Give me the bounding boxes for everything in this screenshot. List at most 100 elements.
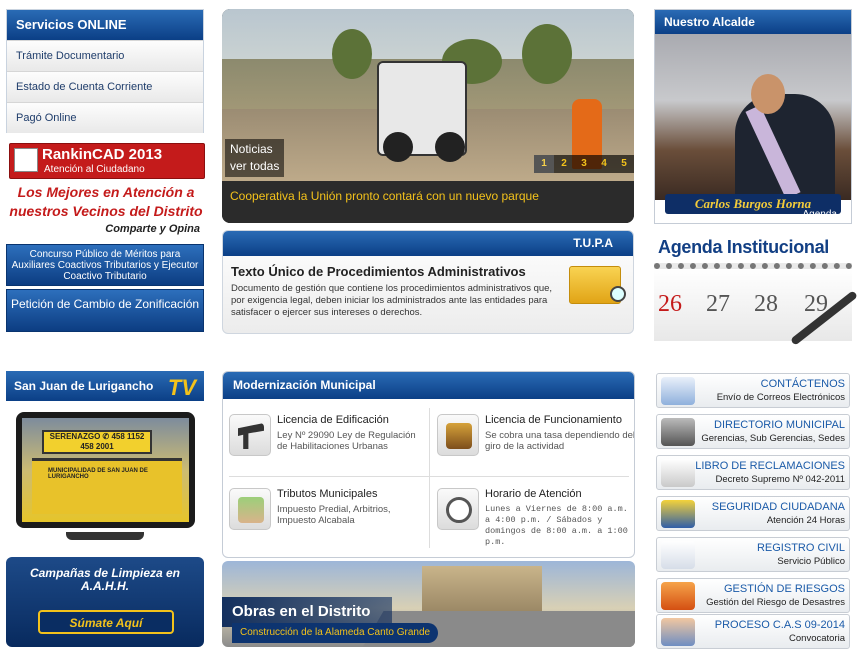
municipalidad-sign: MUNICIPALIDAD DE SAN JUAN DE LURIGANCHO xyxy=(48,468,148,480)
link-subtitle: Convocatoria xyxy=(789,633,845,644)
link-subtitle: Gestión del Riesgo de Desastres xyxy=(706,597,845,608)
rankincad-share: Comparte y Opina xyxy=(105,223,200,235)
slider-page-5[interactable]: 5 xyxy=(614,155,634,173)
serenazgo-sign: SERENAZGO ✆ 458 1152 458 2001 xyxy=(42,430,152,454)
bulldozer-image xyxy=(377,61,467,162)
service-link-pago-online[interactable]: Pagó Online xyxy=(7,102,203,133)
envelope-icon xyxy=(661,377,695,405)
slider-page-4[interactable]: 4 xyxy=(594,155,614,173)
horario-desc: Lunes a Viernes de 8:00 a.m. a 4:00 p.m.… xyxy=(485,504,628,547)
clock-icon xyxy=(437,488,479,530)
tupa-title: Texto Único de Procedimientos Administra… xyxy=(231,264,526,279)
magnifier-icon xyxy=(610,286,626,302)
link-subtitle: Atención 24 Horas xyxy=(766,515,845,526)
link-title: GESTIÓN DE RIESGOS xyxy=(723,583,845,595)
sjl-tv-panel: San Juan de Lurigancho TV SERENAZGO ✆ 45… xyxy=(6,371,204,647)
risk-worker-icon xyxy=(661,582,695,610)
agenda-institucional-banner[interactable]: Agenda Institucional 26 27 28 29 xyxy=(654,233,858,346)
book-icon xyxy=(661,459,695,487)
seguridad-ciudadana-link[interactable]: SEGURIDAD CIUDADANA Atención 24 Horas xyxy=(656,496,850,531)
link-title: DIRECTORIO MUNICIPAL xyxy=(714,419,845,431)
licencia-edificacion-item[interactable]: Licencia de Edificación Ley Nº 29090 Ley… xyxy=(225,410,425,488)
service-link-estado-cuenta[interactable]: Estado de Cuenta Corriente xyxy=(7,71,203,102)
link-title: CONTÁCTENOS xyxy=(760,378,845,390)
security-officers-icon xyxy=(661,500,695,528)
obras-subtitle: Construcción de la Alameda Canto Grande xyxy=(232,623,439,643)
obras-banner[interactable]: Obras en el Distrito Construcción de la … xyxy=(222,561,635,647)
people-group-icon xyxy=(661,618,695,646)
licencia-funcionamiento-desc: Se cobra una tasa dependiendo del giro d… xyxy=(485,430,635,452)
campanas-panel: Campañas de Limpieza en A.A.H.H. Súmate … xyxy=(6,557,204,647)
document-pen-icon xyxy=(661,541,695,569)
gestion-riesgos-link[interactable]: GESTIÓN DE RIESGOS Gestión del Riesgo de… xyxy=(656,578,850,613)
libro-reclamaciones-link[interactable]: LIBRO DE RECLAMACIONES Decreto Supremo N… xyxy=(656,455,850,490)
phone-icon xyxy=(661,418,695,446)
calendar-day: 27 xyxy=(706,291,730,317)
tributos-title: Tributos Municipales xyxy=(277,488,378,500)
alcalde-title: Nuestro Alcalde xyxy=(655,10,851,34)
crane-icon xyxy=(229,414,271,456)
link-title: REGISTRO CIVIL xyxy=(756,542,845,554)
link-subtitle: Servicio Público xyxy=(777,556,845,567)
noticias-label: Noticias xyxy=(230,142,273,156)
service-link-tramite[interactable]: Trámite Documentario xyxy=(7,40,203,71)
calendar-image: 26 27 28 29 xyxy=(654,263,858,346)
noticias-link[interactable]: Noticias ver todas xyxy=(225,139,285,177)
tributos-desc: Impuesto Predial, Arbitrios, Impuesto Al… xyxy=(277,504,391,526)
campanas-title: Campañas de Limpieza en A.A.H.H. xyxy=(29,566,181,593)
link-title: SEGURIDAD CIUDADANA xyxy=(711,501,845,513)
directorio-link[interactable]: DIRECTORIO MUNICIPAL Gerencias, Sub Gere… xyxy=(656,414,850,449)
proceso-cas-link[interactable]: PROCESO C.A.S 09-2014 Convocatoria xyxy=(656,614,850,649)
slider-page-2[interactable]: 2 xyxy=(554,155,574,173)
link-subtitle: Envío de Correos Electrónicos xyxy=(716,392,845,403)
sjl-tv-title-text: San Juan de Lurigancho xyxy=(14,379,154,393)
rankincad-subtitle: Atención al Ciudadano xyxy=(44,164,145,175)
rankincad-banner[interactable]: RankinCAD 2013 Atención al Ciudadano Los… xyxy=(6,140,205,238)
rankincad-title: RankinCAD 2013 xyxy=(42,146,163,163)
modernizacion-panel: Modernización Municipal Licencia de Edif… xyxy=(222,371,635,558)
slider-page-3[interactable]: 3 xyxy=(574,155,594,173)
tributos-item[interactable]: Tributos Municipales Impuesto Predial, A… xyxy=(225,484,425,557)
tv-video[interactable]: SERENAZGO ✆ 458 1152 458 2001 MUNICIPALI… xyxy=(16,412,195,528)
obras-title: Obras en el Distrito xyxy=(232,603,371,620)
sjl-tv-title: San Juan de Lurigancho TV xyxy=(6,371,204,401)
agenda-institucional-title: Agenda Institucional xyxy=(658,237,830,257)
tupa-panel[interactable]: T.U.P.A Texto Único de Procedimientos Ad… xyxy=(222,230,634,334)
licencia-edificacion-desc: Ley Nº 29090 Ley de Regulación de Habili… xyxy=(277,430,416,452)
horario-item[interactable]: Horario de Atención Lunes a Viernes de 8… xyxy=(433,484,633,557)
calendar-day: 28 xyxy=(754,291,778,317)
horario-title: Horario de Atención xyxy=(485,488,582,500)
link-subtitle: Gerencias, Sub Gerencias, Sedes xyxy=(701,433,845,444)
tv-stand xyxy=(66,532,144,540)
news-slider: Noticias ver todas 1 2 3 4 5 Cooperativa… xyxy=(222,9,634,223)
peticion-zonificacion-button[interactable]: Petición de Cambio de Zonificación xyxy=(6,289,204,332)
contactenos-link[interactable]: CONTÁCTENOS Envío de Correos Electrónico… xyxy=(656,373,850,408)
licencia-funcionamiento-title: Licencia de Funcionamiento xyxy=(485,414,622,426)
ver-todas-label: ver todas xyxy=(230,159,280,173)
tv-badge: TV xyxy=(167,375,196,400)
slider-pager: 1 2 3 4 5 xyxy=(534,155,634,173)
slide-caption-link[interactable]: Cooperativa la Unión pronto contará con … xyxy=(230,189,539,203)
concurso-publico-button[interactable]: Concurso Público de Méritos para Auxilia… xyxy=(6,244,204,286)
alcalde-photo xyxy=(655,34,851,200)
tupa-band: T.U.P.A xyxy=(223,231,633,256)
rankincad-line2: nuestros Vecinos del Distrito xyxy=(9,203,203,219)
rankincad-header: RankinCAD 2013 Atención al Ciudadano xyxy=(9,143,205,179)
alcalde-agenda-link[interactable]: Agenda xyxy=(803,209,837,220)
licencia-edificacion-title: Licencia de Edificación xyxy=(277,414,389,426)
registro-civil-link[interactable]: REGISTRO CIVIL Servicio Público xyxy=(656,537,850,572)
alcalde-panel[interactable]: Nuestro Alcalde Carlos Burgos Horna Agen… xyxy=(654,9,852,224)
calendar-day: 26 xyxy=(658,291,682,317)
link-title: PROCESO C.A.S 09-2014 xyxy=(714,619,845,631)
link-title: LIBRO DE RECLAMACIONES xyxy=(695,460,845,472)
building-icon xyxy=(437,414,479,456)
money-hand-icon xyxy=(229,488,271,530)
tupa-description: Documento de gestión que contiene los pr… xyxy=(231,283,553,318)
sumate-button[interactable]: Súmate Aquí xyxy=(38,610,174,634)
slider-page-1[interactable]: 1 xyxy=(534,155,554,173)
services-online-title: Servicios ONLINE xyxy=(7,10,203,40)
link-subtitle: Decreto Supremo Nº 042-2011 xyxy=(715,474,845,485)
checkbox-logo-icon xyxy=(14,148,38,172)
services-online-panel: Servicios ONLINE Trámite Documentario Es… xyxy=(6,9,204,133)
licencia-funcionamiento-item[interactable]: Licencia de Funcionamiento Se cobra una … xyxy=(433,410,635,488)
